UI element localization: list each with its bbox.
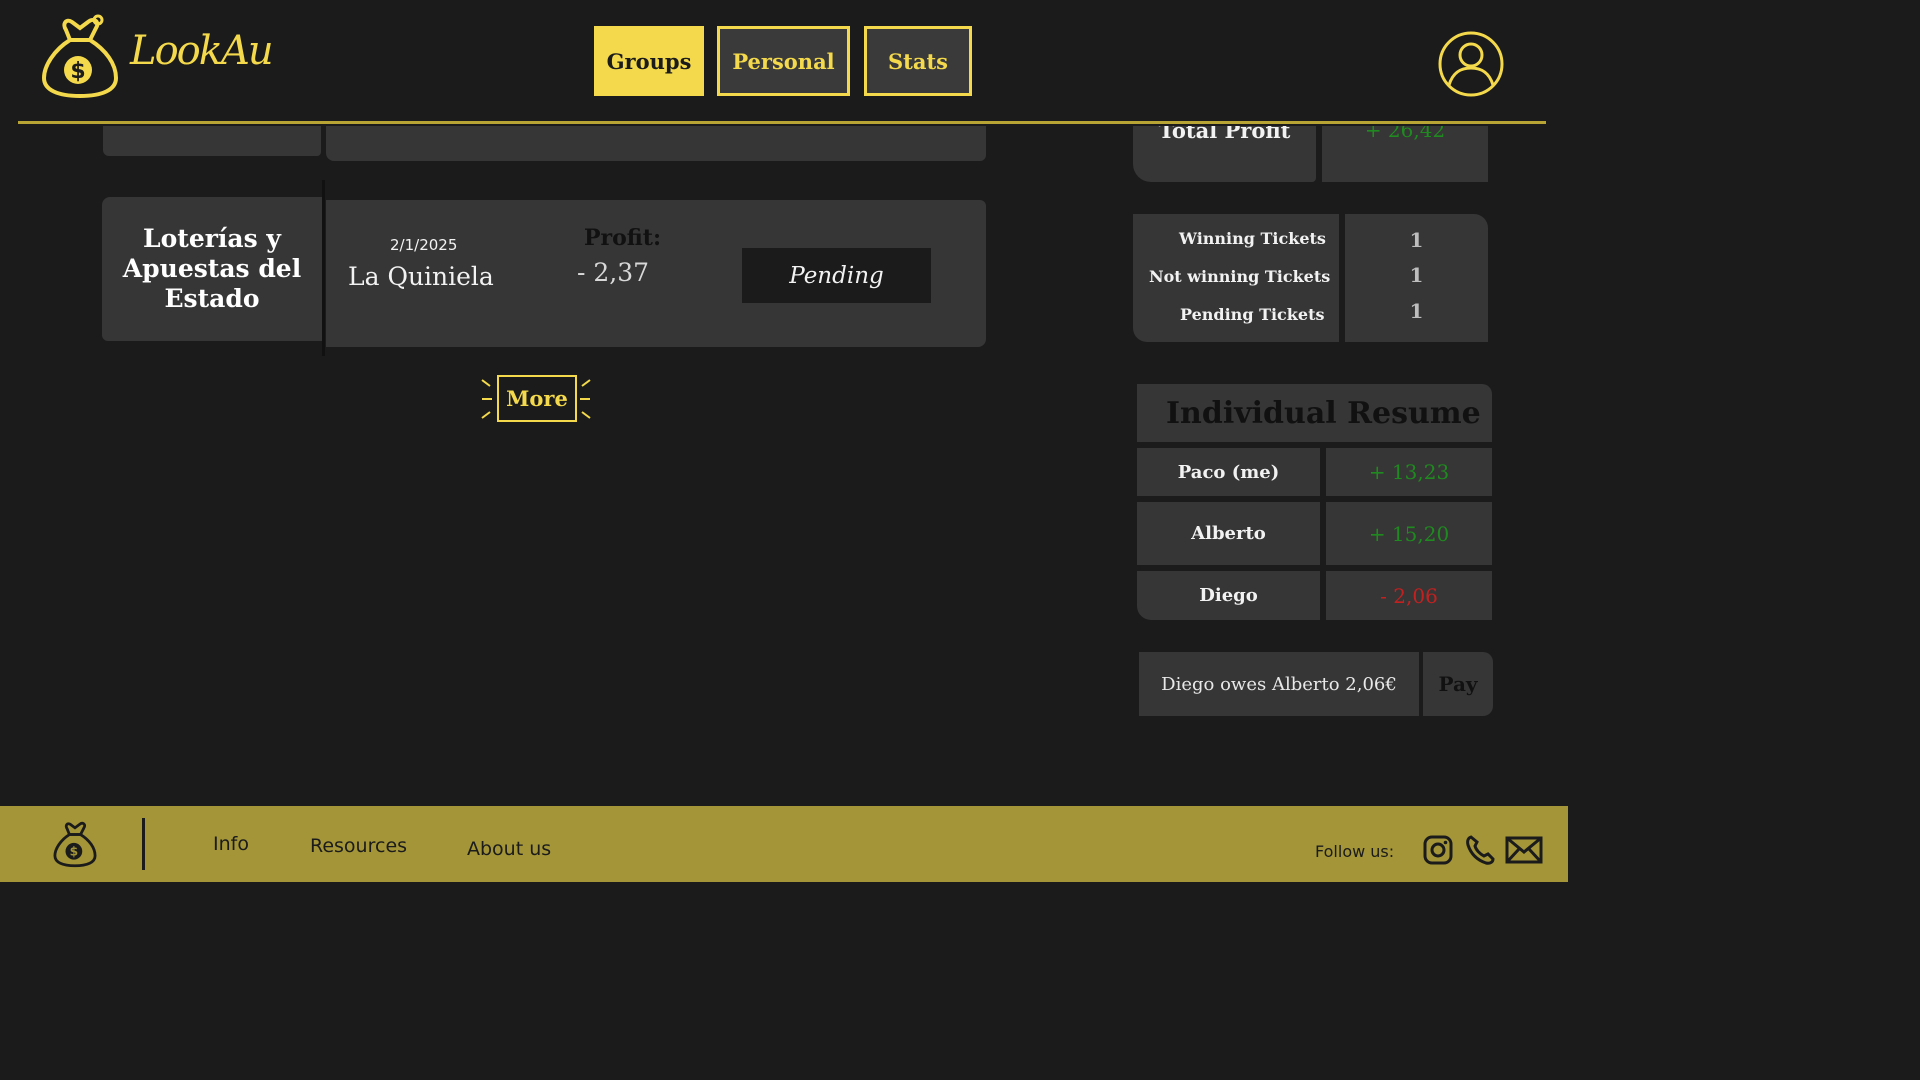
- footer-divider: [142, 818, 145, 870]
- ticket-card-operator[interactable]: Loterías y Apuestas del Estado: [102, 197, 322, 341]
- footer-link-about[interactable]: About us: [467, 838, 551, 860]
- svg-text:$: $: [70, 845, 79, 859]
- total-profit-label: Total Profit: [1158, 126, 1291, 143]
- more-button[interactable]: More: [497, 375, 577, 422]
- user-profile-icon[interactable]: [1437, 30, 1505, 98]
- pending-tickets-label: Pending Tickets: [1180, 305, 1325, 324]
- ticket-card-divider: [322, 180, 325, 356]
- ticket-profit-label: Profit:: [584, 225, 662, 251]
- nav-personal-button[interactable]: Personal: [717, 26, 850, 96]
- member-name-paco: Paco (me): [1137, 448, 1320, 496]
- pay-button[interactable]: Pay: [1423, 652, 1493, 716]
- winning-tickets-count: 1: [1409, 228, 1424, 252]
- not-winning-tickets-count: 1: [1409, 263, 1424, 287]
- winning-tickets-label: Winning Tickets: [1179, 229, 1326, 248]
- member-amount-alberto: + 15,20: [1326, 502, 1492, 565]
- nav-groups-button[interactable]: Groups: [594, 26, 704, 96]
- ticket-date: 2/1/2025: [390, 236, 458, 254]
- svg-text:$: $: [70, 59, 85, 84]
- member-name-diego: Diego: [1137, 571, 1320, 620]
- brand-logo-text: LookAu: [130, 28, 274, 74]
- money-bag-icon[interactable]: $: [52, 820, 98, 868]
- nav-stats-button[interactable]: Stats: [864, 26, 972, 96]
- instagram-icon[interactable]: [1421, 834, 1455, 866]
- footer-link-info[interactable]: Info: [213, 833, 249, 855]
- money-bag-icon[interactable]: $: [40, 14, 120, 100]
- pending-tickets-count: 1: [1409, 299, 1424, 323]
- header-divider: [18, 121, 1546, 124]
- ticket-counts-labels: Winning Tickets Not winning Tickets Pend…: [1133, 214, 1339, 342]
- ticket-card-previous-details[interactable]: [326, 126, 986, 161]
- footer-link-resources[interactable]: Resources: [310, 835, 407, 857]
- phone-icon[interactable]: [1463, 834, 1497, 866]
- mail-icon[interactable]: [1505, 834, 1543, 866]
- ticket-operator-name: Loterías y Apuestas del Estado: [122, 224, 302, 313]
- ticket-counts-values: 1 1 1: [1345, 214, 1488, 342]
- ticket-profit-value: - 2,37: [577, 258, 650, 287]
- ticket-card-previous-operator[interactable]: [103, 126, 321, 156]
- member-amount-paco: + 13,23: [1326, 448, 1492, 496]
- member-amount-diego: - 2,06: [1326, 571, 1492, 620]
- debt-summary: Diego owes Alberto 2,06€: [1139, 652, 1419, 716]
- ticket-status-badge: Pending: [742, 248, 931, 303]
- header: $ LookAu Groups Personal Stats: [0, 0, 1568, 122]
- ticket-game-name: La Quiniela: [348, 262, 494, 291]
- total-profit-value: + 26,42: [1364, 126, 1446, 142]
- total-profit-value-cell: + 26,42: [1322, 126, 1488, 182]
- total-profit-label-cell: Total Profit: [1133, 126, 1316, 182]
- follow-us-label: Follow us:: [1315, 842, 1395, 861]
- member-name-alberto: Alberto: [1137, 502, 1320, 565]
- not-winning-tickets-label: Not winning Tickets: [1149, 267, 1331, 286]
- individual-resume-title: Individual Resume: [1137, 384, 1492, 442]
